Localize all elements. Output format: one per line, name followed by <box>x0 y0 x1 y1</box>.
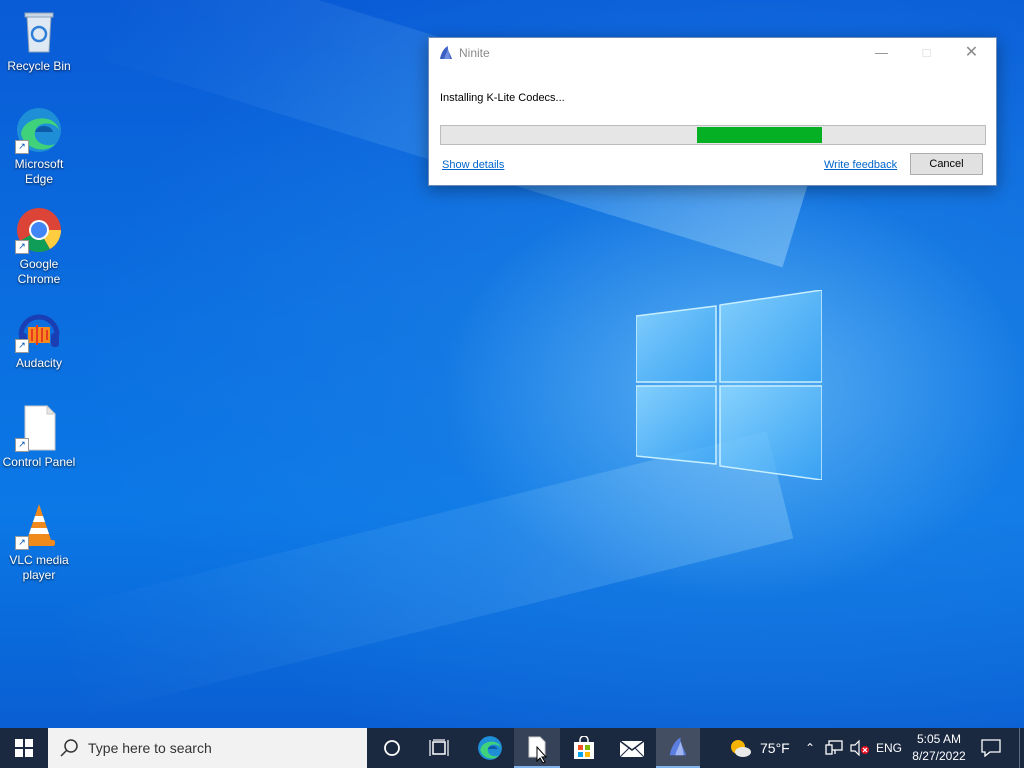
ninite-app-icon <box>440 46 452 59</box>
edge-icon <box>478 736 502 760</box>
shortcut-arrow-icon: ↗ <box>15 536 29 550</box>
shortcut-arrow-icon: ↗ <box>15 140 29 154</box>
weather-temperature: 75°F <box>760 740 790 756</box>
write-feedback-link[interactable]: Write feedback <box>824 159 897 171</box>
ninite-window: Ninite — □ ✕ Installing K-Lite Codecs...… <box>428 37 997 186</box>
chrome-icon: ↗ <box>15 206 63 254</box>
desktop-icon-recycle-bin[interactable]: Recycle Bin <box>2 8 76 74</box>
title-bar[interactable]: Ninite — □ ✕ <box>429 38 996 68</box>
minimize-button[interactable]: — <box>859 38 904 68</box>
desktop-icon-label: Audacity <box>15 356 63 370</box>
windows-logo-wallpaper <box>636 290 822 480</box>
edge-icon: ↗ <box>15 106 63 154</box>
action-center-button[interactable] <box>976 728 1006 768</box>
desktop-icon-label: Google Chrome <box>17 257 61 286</box>
shortcut-arrow-icon: ↗ <box>15 339 29 353</box>
show-details-link[interactable]: Show details <box>442 159 504 171</box>
taskbar-store-button[interactable] <box>560 728 608 768</box>
task-view-button[interactable] <box>415 728 463 768</box>
audacity-icon: ↗ <box>15 305 63 353</box>
microsoft-store-icon <box>574 736 594 759</box>
show-hidden-icons-chevron[interactable]: ⌃ <box>800 728 820 768</box>
desktop: Recycle Bin ↗ Microsoft Edge ↗ Google Ch <box>0 0 1024 728</box>
shortcut-arrow-icon: ↗ <box>15 240 29 254</box>
network-icon[interactable] <box>823 728 845 768</box>
network-monitor-icon <box>825 740 843 755</box>
window-title: Ninite <box>459 46 490 60</box>
search-icon <box>60 739 78 757</box>
taskbar-ninite-button[interactable] <box>656 728 700 768</box>
install-status: Installing K-Lite Codecs... <box>440 92 565 104</box>
progress-fill <box>696 127 822 143</box>
vlc-icon: ↗ <box>15 502 63 550</box>
taskbar-file-button[interactable] <box>514 728 560 768</box>
weather-sun-cloud-icon <box>731 740 751 757</box>
progress-bar <box>440 125 986 145</box>
taskbar-mail-button[interactable] <box>608 728 656 768</box>
cortana-button[interactable] <box>368 728 415 768</box>
windows-start-icon <box>15 739 33 757</box>
recycle-bin-icon <box>15 8 63 56</box>
desktop-icon-label: Control Panel <box>2 455 76 469</box>
desktop-icon-control-panel[interactable]: ↗ Control Panel <box>2 404 76 470</box>
mouse-cursor-icon <box>536 746 548 764</box>
clock-time: 5:05 AM <box>916 732 962 746</box>
ninite-app-icon <box>669 737 687 756</box>
input-language-indicator[interactable]: ENG <box>874 728 904 768</box>
desktop-icon-label: Microsoft Edge <box>14 157 64 186</box>
close-button[interactable]: ✕ <box>949 38 994 68</box>
desktop-icon-chrome[interactable]: ↗ Google Chrome <box>2 206 76 287</box>
task-view-icon <box>429 739 449 756</box>
cancel-button[interactable]: Cancel <box>910 153 983 175</box>
desktop-icon-label: VLC media player <box>9 553 69 582</box>
notification-icon <box>981 739 1001 757</box>
maximize-button[interactable]: □ <box>904 38 949 68</box>
show-desktop-button[interactable] <box>1019 728 1024 768</box>
taskbar: Type here to search 75°F ⌃ ENG 5:05 AM 8… <box>0 728 1024 768</box>
start-button[interactable] <box>0 728 48 768</box>
desktop-icon-audacity[interactable]: ↗ Audacity <box>2 305 76 371</box>
taskbar-search-box[interactable]: Type here to search <box>48 728 367 768</box>
weather-widget[interactable]: 75°F <box>726 728 796 768</box>
search-placeholder: Type here to search <box>88 740 212 756</box>
shortcut-arrow-icon: ↗ <box>15 438 29 452</box>
document-icon: ↗ <box>15 404 63 452</box>
desktop-icon-edge[interactable]: ↗ Microsoft Edge <box>2 106 76 187</box>
desktop-icon-vlc[interactable]: ↗ VLC media player <box>2 502 76 583</box>
system-clock[interactable]: 5:05 AM 8/27/2022 <box>910 728 968 768</box>
volume-muted-icon[interactable] <box>848 728 872 768</box>
speaker-muted-icon <box>850 740 869 756</box>
desktop-icon-label: Recycle Bin <box>7 59 71 73</box>
mail-icon <box>619 740 645 758</box>
cortana-icon <box>383 740 400 756</box>
clock-date: 8/27/2022 <box>912 749 966 763</box>
taskbar-edge-button[interactable] <box>466 728 514 768</box>
